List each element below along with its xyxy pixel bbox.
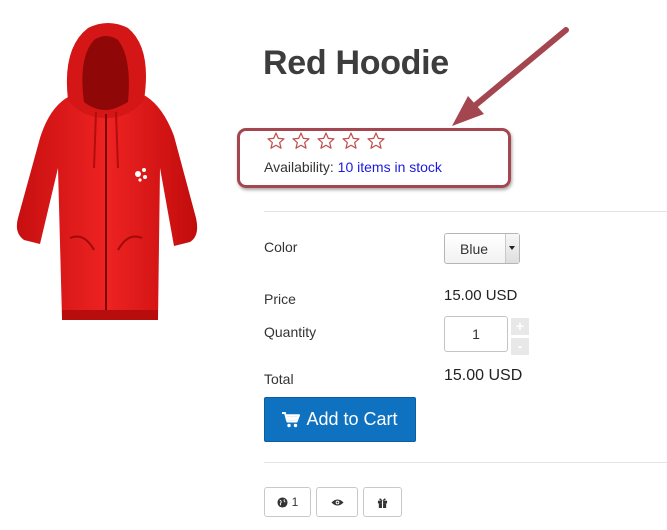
globe-icon [277,496,288,508]
product-title: Red Hoodie [263,44,449,82]
gift-button[interactable] [363,487,402,517]
total-value: 15.00 USD [444,367,523,384]
quantity-decrement-button[interactable]: - [511,338,529,355]
annotation-highlight-box [237,128,511,188]
color-select-value: Blue [460,241,489,257]
select-arrow[interactable] [505,234,519,263]
chevron-down-icon [509,246,515,250]
add-to-cart-label: Add to Cart [306,409,398,429]
shopping-cart-icon [282,411,301,427]
watch-button[interactable] [316,487,358,517]
add-to-cart-button[interactable]: Add to Cart [264,397,416,442]
color-label: Color [264,239,298,255]
price-label: Price [264,291,296,307]
quantity-increment-button[interactable]: + [511,318,529,335]
total-label: Total [264,371,294,387]
share-count: 1 [291,495,299,509]
quantity-label: Quantity [264,324,317,340]
color-select[interactable]: Blue [444,233,520,264]
quantity-input[interactable]: 1 [444,316,508,352]
share-button[interactable]: 1 [264,487,311,517]
price-value: 15.00 USD [444,287,518,304]
eye-icon [330,498,344,506]
product-image [16,23,198,320]
divider [264,462,667,463]
gift-icon [377,497,388,508]
divider [264,211,667,212]
